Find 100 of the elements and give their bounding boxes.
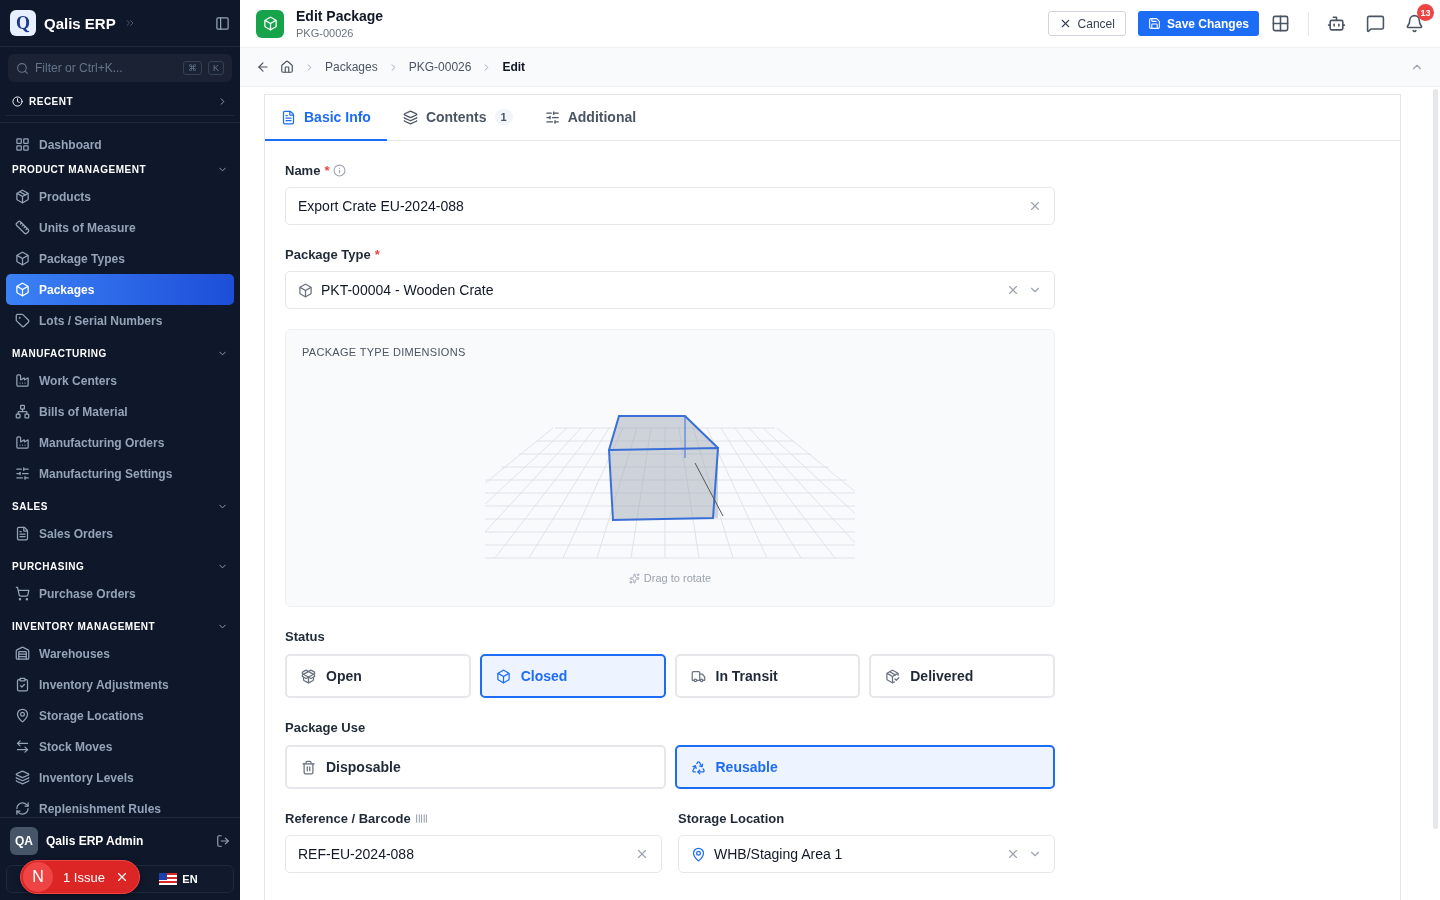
sidebar-item[interactable]: Inventory Levels [6, 762, 234, 793]
sidebar-item[interactable]: Manufacturing Settings [6, 458, 234, 489]
section-header[interactable]: MANUFACTURING [6, 344, 234, 362]
field-label: Name * [285, 161, 1055, 179]
sidebar-item[interactable]: Bills of Material [6, 396, 234, 427]
clock-icon [12, 96, 23, 107]
use-option[interactable]: Disposable [285, 745, 666, 789]
nav-icon [15, 708, 30, 723]
status-option[interactable]: Delivered [869, 654, 1055, 698]
nav-icon [15, 586, 30, 601]
package-header-icon [256, 9, 284, 38]
back-icon[interactable] [256, 60, 270, 74]
nav-icon [15, 526, 30, 541]
tab-icon [544, 109, 560, 125]
nav-icon [15, 404, 30, 419]
package-type-select[interactable]: PKT-00004 - Wooden Crate [285, 271, 1055, 309]
section-header[interactable]: PURCHASING [6, 557, 234, 575]
nav-icon [15, 801, 30, 816]
field-label: Package Type * [285, 245, 381, 263]
field-label: Status [285, 627, 326, 645]
sidebar-item[interactable]: Products [6, 181, 234, 212]
use-icon [690, 759, 706, 775]
nav-icon [15, 282, 30, 297]
notifications-icon[interactable] [1405, 14, 1424, 33]
name-input[interactable]: Export Crate EU-2024-088 [285, 187, 1055, 225]
recent-toggle[interactable]: RECENT [6, 88, 234, 116]
tab[interactable]: Additional [528, 95, 653, 141]
breadcrumb-link[interactable]: Packages [325, 60, 378, 74]
field-label: Package Use [285, 718, 367, 736]
page-subtitle: PKG-00026 [296, 27, 355, 39]
nav-icon [15, 189, 30, 204]
info-icon [333, 163, 347, 177]
status-option[interactable]: In Transit [674, 654, 861, 698]
status-option[interactable]: Closed [479, 654, 666, 698]
panel-title: PACKAGE TYPE DIMENSIONS [302, 346, 466, 358]
tab[interactable]: Contents 1 [386, 95, 529, 141]
cancel-button[interactable]: Cancel [1047, 11, 1126, 36]
nav-icon [15, 313, 30, 328]
sidebar-item[interactable]: Dashboard [6, 129, 234, 160]
tab-count: 1 [494, 109, 513, 125]
chat-icon[interactable] [1366, 14, 1385, 33]
chevrons-icon [123, 17, 136, 29]
logout-icon[interactable] [216, 834, 230, 848]
flag-icon [159, 873, 178, 885]
sidebar-item[interactable]: Stock Moves [6, 731, 234, 762]
section-header[interactable]: INVENTORY MANAGEMENT [6, 617, 234, 635]
shortcut-key: ⌘ [183, 61, 202, 75]
status-option[interactable]: Open [285, 654, 471, 698]
nav-icon [15, 466, 30, 481]
nav-icon [15, 646, 30, 661]
sidebar-toggle-icon[interactable] [215, 15, 230, 31]
sidebar-item[interactable]: Storage Locations [6, 700, 234, 731]
sidebar-item[interactable]: Manufacturing Orders [6, 427, 234, 458]
brand-logo: Q [10, 10, 36, 36]
sidebar-item[interactable]: Lots / Serial Numbers [6, 305, 234, 336]
toast-text: 1 Issue [63, 869, 105, 885]
home-icon[interactable] [280, 60, 294, 74]
sidebar-item[interactable]: Units of Measure [6, 212, 234, 243]
field-label: Reference / Barcode [285, 809, 662, 827]
user-name: Qalis ERP Admin [46, 834, 145, 848]
nav-icon [15, 677, 30, 692]
rotate-hint: Drag to rotate [643, 572, 712, 584]
tab[interactable]: Basic Info [265, 95, 387, 141]
nav-icon [15, 137, 30, 152]
status-icon [690, 668, 706, 684]
page-title: Edit Package [296, 8, 385, 24]
sidebar-item[interactable]: Replenishment Rules [6, 793, 234, 817]
nav-icon [15, 251, 30, 266]
save-button[interactable]: Save Changes [1137, 11, 1259, 36]
search-placeholder: Filter or Ctrl+K... [35, 61, 124, 75]
nav-icon [15, 770, 30, 785]
status-icon [495, 668, 511, 684]
tab-icon [402, 109, 418, 125]
storage-location-select[interactable]: WHB/Staging Area 1 [678, 835, 1055, 873]
breadcrumb-link[interactable]: PKG-00026 [408, 60, 472, 74]
status-icon [885, 668, 901, 684]
section-header[interactable]: PRODUCT MANAGEMENT [6, 160, 234, 178]
apps-icon[interactable] [1271, 14, 1290, 33]
sidebar-item[interactable]: Warehouses [6, 638, 234, 669]
box-icon [298, 282, 313, 298]
sidebar-item[interactable]: Purchase Orders [6, 578, 234, 609]
tab-icon [281, 109, 296, 125]
sidebar-item[interactable]: Work Centers [6, 365, 234, 396]
breadcrumb-link[interactable]: Edit [502, 60, 526, 74]
use-option[interactable]: Reusable [674, 745, 1055, 789]
notification-count: 13 [1417, 4, 1434, 21]
sidebar-item[interactable]: Packages [6, 274, 234, 305]
shortcut-key: K [208, 61, 224, 75]
nav-icon [15, 435, 30, 450]
reference-input[interactable]: REF-EU-2024-088 [285, 835, 662, 873]
sidebar-item[interactable]: Sales Orders [6, 518, 234, 549]
search-icon [16, 61, 29, 75]
sidebar-item[interactable]: Package Types [6, 243, 234, 274]
robot-icon[interactable] [1327, 14, 1346, 33]
toast-logo: N [23, 862, 53, 892]
save-icon [1147, 17, 1161, 30]
user-avatar: QA [10, 827, 38, 855]
sidebar-item[interactable]: Inventory Adjustments [6, 669, 234, 700]
issue-toast[interactable]: N 1 Issue [20, 860, 140, 894]
section-header[interactable]: SALES [6, 497, 234, 515]
